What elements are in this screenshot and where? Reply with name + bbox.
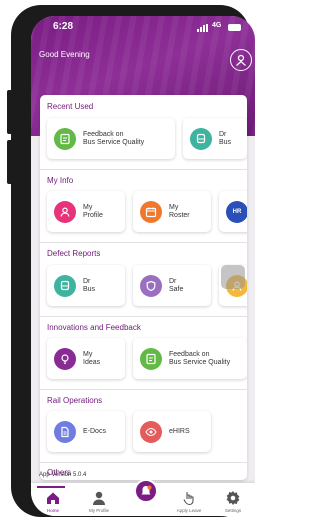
status-time: 6:28: [53, 21, 74, 32]
notification-fab-icon: [141, 485, 152, 495]
nav-my-profile[interactable]: My Profile: [77, 483, 121, 516]
tile-feedback-bus-service[interactable]: Feedback on Bus Service Quality: [133, 338, 247, 379]
network-label: 4G: [212, 22, 222, 29]
nav-label: Settings: [224, 508, 242, 513]
hand-icon: [183, 492, 194, 506]
section-divider: [40, 462, 247, 463]
tile-ehirs[interactable]: eHIRS: [133, 411, 211, 452]
user-badge-icon: [236, 54, 246, 66]
eye-icon: [140, 420, 162, 443]
user-icon: [93, 491, 105, 505]
tile-my-roster[interactable]: My Roster: [133, 191, 211, 232]
menu-card: Recent Used Feedback on Bus Service Qual…: [40, 95, 247, 480]
tile-label: My Roster: [169, 203, 190, 219]
center-action-button[interactable]: [134, 479, 158, 503]
signal-icon: [197, 24, 209, 32]
tile-dr-bus[interactable]: Dr Bus: [47, 265, 125, 306]
nav-label: Apply Leave: [176, 508, 202, 513]
hr-logo-text: HR: [232, 208, 242, 215]
tile-label: eHIRS: [169, 428, 190, 435]
tile-label: Dr Bus: [83, 277, 96, 293]
calendar-icon: [140, 200, 162, 223]
tile-label: Feedback on Bus Service Quality: [83, 130, 145, 146]
floating-drag-handle[interactable]: [221, 265, 245, 289]
bus-icon: [54, 274, 76, 297]
tile-dr-safe[interactable]: Dr Safe: [133, 265, 211, 306]
tile-e-docs[interactable]: E-Docs: [47, 411, 125, 452]
profile-icon: [54, 200, 76, 223]
tile-my-ideas[interactable]: My Ideas: [47, 338, 125, 379]
tile-my-profile[interactable]: My Profile: [47, 191, 125, 232]
tile-hr[interactable]: HR: [219, 191, 247, 232]
greeting-text: Good Evening: [39, 50, 90, 59]
hr-logo-icon: HR: [226, 200, 247, 223]
tile-label: E-Docs: [83, 428, 106, 435]
section-divider: [40, 169, 247, 170]
section-divider: [40, 242, 247, 243]
tile-feedback-bus-service[interactable]: Feedback on Bus Service Quality: [47, 118, 175, 159]
feedback-icon: [140, 347, 162, 370]
section-divider: [40, 389, 247, 390]
phone-frame: 6:28 4G Good Evening Recent Used Feedbac…: [11, 5, 255, 517]
nav-apply-leave[interactable]: Apply Leave: [167, 483, 211, 516]
tile-dr-bus[interactable]: Dr Bus: [183, 118, 247, 159]
tile-label: Feedback on Bus Service Quality: [169, 350, 231, 366]
tile-label: My Ideas: [83, 350, 101, 366]
section-title-my-info: My Info: [47, 176, 74, 185]
gear-icon: [226, 491, 240, 505]
nav-label: Home: [46, 508, 59, 513]
nav-label: My Profile: [88, 508, 109, 513]
section-title-innovations: Innovations and Feedback: [47, 323, 141, 332]
shield-icon: [140, 274, 162, 297]
document-icon: [54, 420, 76, 443]
section-title-defect-reports: Defect Reports: [47, 249, 101, 258]
tile-label: My Profile: [83, 203, 103, 219]
section-title-rail-operations: Rail Operations: [47, 396, 103, 405]
avatar[interactable]: [230, 49, 252, 71]
battery-icon: [228, 24, 241, 31]
app-version-text: App Version 5.0.4: [39, 472, 87, 478]
feedback-icon: [54, 127, 76, 150]
status-bar: 6:28 4G: [31, 16, 255, 38]
tile-label: Dr Safe: [169, 277, 184, 293]
home-icon: [47, 492, 59, 504]
active-tab-indicator: [37, 486, 65, 488]
bus-icon: [190, 127, 212, 150]
tile-label: Dr Bus: [219, 130, 232, 146]
section-title-recent-used: Recent Used: [47, 102, 94, 111]
lightbulb-icon: [54, 347, 76, 370]
section-divider: [40, 316, 247, 317]
nav-settings[interactable]: Settings: [211, 483, 255, 516]
